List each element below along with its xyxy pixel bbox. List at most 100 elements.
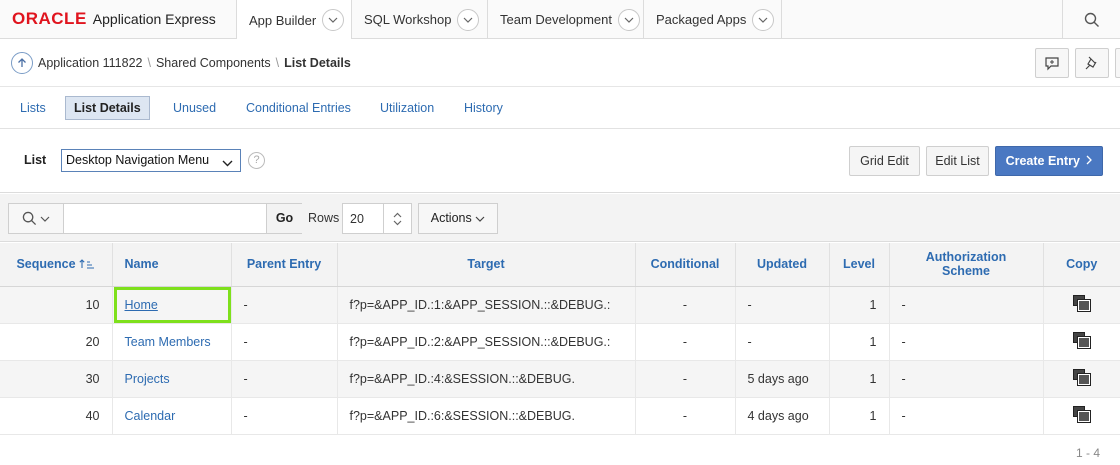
help-icon[interactable]: ? xyxy=(248,152,265,169)
oracle-logo-text: ORACLE xyxy=(12,9,87,28)
cell-parent: - xyxy=(231,360,338,398)
cell-target: f?p=&APP_ID.:4:&SESSION.::&DEBUG. xyxy=(337,360,636,398)
report-search: Go xyxy=(8,203,302,234)
cell-name: Home xyxy=(112,286,232,324)
comment-button[interactable] xyxy=(1035,48,1069,78)
cell-conditional: - xyxy=(635,286,736,324)
col-header-updated[interactable]: Updated xyxy=(735,243,830,287)
cell-name: Team Members xyxy=(112,323,232,361)
col-header-name[interactable]: Name xyxy=(112,243,232,287)
tab-conditional-entries[interactable]: Conditional Entries xyxy=(238,96,359,120)
cell-target: f?p=&APP_ID.:2:&APP_SESSION.::&DEBUG.: xyxy=(337,323,636,361)
tab-app-builder[interactable]: App Builder xyxy=(236,0,351,40)
sort-ascending-icon xyxy=(79,259,95,269)
chevron-down-icon[interactable] xyxy=(457,8,480,31)
search-input[interactable] xyxy=(64,204,266,233)
copy-icon[interactable] xyxy=(1072,369,1091,386)
tab-team-development-label: Team Development xyxy=(500,12,612,27)
more-button[interactable] xyxy=(1115,48,1120,78)
rows-select[interactable]: 20 xyxy=(342,203,412,234)
cell-sequence: 10 xyxy=(0,286,113,324)
actions-label: Actions xyxy=(430,211,472,225)
rows-label: Rows xyxy=(308,211,340,225)
cell-updated: 4 days ago xyxy=(735,397,830,435)
breadcrumb: Application 111822 \ Shared Components \ Lis… xyxy=(38,56,351,70)
comment-icon xyxy=(1045,57,1059,71)
create-entry-button[interactable]: Create Entry xyxy=(995,146,1103,176)
edit-list-button[interactable]: Edit List xyxy=(926,146,989,176)
cell-copy xyxy=(1043,360,1120,398)
breadcrumb-shared-components[interactable]: Shared Components xyxy=(156,56,271,70)
tab-unused[interactable]: Unused xyxy=(165,96,224,120)
list-entries-table: Sequence Name Parent Entry Target Condit… xyxy=(0,243,1120,435)
col-header-level[interactable]: Level xyxy=(829,243,890,287)
cell-sequence: 20 xyxy=(0,323,113,361)
col-header-label: Sequence xyxy=(16,257,76,272)
copy-icon[interactable] xyxy=(1072,332,1091,349)
entry-link-projects[interactable]: Projects xyxy=(125,372,170,386)
oracle-apex-logo[interactable]: ORACLE Application Express xyxy=(12,9,216,28)
list-select[interactable]: Desktop Navigation Menu xyxy=(61,149,241,172)
tab-team-development[interactable]: Team Development xyxy=(487,0,643,39)
col-header-sequence[interactable]: Sequence xyxy=(0,243,113,287)
cell-target: f?p=&APP_ID.:1:&APP_SESSION.::&DEBUG.: xyxy=(337,286,636,324)
list-select-value: Desktop Navigation Menu xyxy=(66,153,210,167)
table-row: 30 Projects - f?p=&APP_ID.:4:&SESSION.::… xyxy=(0,360,1120,398)
tab-lists[interactable]: Lists xyxy=(12,96,54,120)
breadcrumb-current: List Details xyxy=(284,56,351,70)
col-header-copy: Copy xyxy=(1043,243,1120,287)
cell-auth: - xyxy=(889,397,1044,435)
tab-packaged-apps-label: Packaged Apps xyxy=(656,12,747,27)
chevron-down-icon[interactable] xyxy=(322,9,345,31)
cell-level: 1 xyxy=(829,397,890,435)
entry-link-calendar[interactable]: Calendar xyxy=(125,409,176,423)
col-header-parent-entry[interactable]: Parent Entry xyxy=(231,243,338,287)
pin-icon xyxy=(1085,56,1097,70)
cell-updated: 5 days ago xyxy=(735,360,830,398)
arrow-up-icon[interactable] xyxy=(11,52,33,74)
entry-link-home[interactable]: Home xyxy=(125,298,158,312)
go-button[interactable]: Go xyxy=(266,204,302,233)
cell-auth: - xyxy=(889,323,1044,361)
cell-sequence: 40 xyxy=(0,397,113,435)
tab-history[interactable]: History xyxy=(456,96,511,120)
global-search-button[interactable] xyxy=(1062,0,1120,39)
cell-auth: - xyxy=(889,360,1044,398)
col-header-target[interactable]: Target xyxy=(337,243,636,287)
actions-menu-button[interactable]: Actions xyxy=(418,203,498,234)
breadcrumb-application[interactable]: Application 111822 xyxy=(38,56,142,70)
tab-packaged-apps[interactable]: Packaged Apps xyxy=(643,0,782,39)
tab-list-details[interactable]: List Details xyxy=(65,96,150,120)
chevron-down-icon[interactable] xyxy=(618,8,640,31)
tab-sql-workshop-label: SQL Workshop xyxy=(364,12,452,27)
cell-copy xyxy=(1043,323,1120,361)
chevron-down-icon xyxy=(475,216,485,222)
cell-level: 1 xyxy=(829,286,890,324)
cell-name: Projects xyxy=(112,360,232,398)
col-header-conditional[interactable]: Conditional xyxy=(635,243,736,287)
grid-edit-button[interactable]: Grid Edit xyxy=(849,146,920,176)
table-row: 20 Team Members - f?p=&APP_ID.:2:&APP_SE… xyxy=(0,323,1120,361)
cell-copy xyxy=(1043,286,1120,324)
copy-icon[interactable] xyxy=(1072,406,1091,423)
breadcrumb-separator: \ xyxy=(275,56,280,70)
chevron-down-icon[interactable] xyxy=(752,8,775,31)
col-header-authorization-scheme[interactable]: Authorization Scheme xyxy=(889,243,1044,287)
search-column-selector[interactable] xyxy=(9,204,64,233)
cell-sequence: 30 xyxy=(0,360,113,398)
updown-icon xyxy=(383,204,411,233)
search-icon xyxy=(1084,12,1099,27)
cell-updated: - xyxy=(735,323,830,361)
entry-link-team-members[interactable]: Team Members xyxy=(125,335,211,349)
copy-icon[interactable] xyxy=(1072,295,1091,312)
cell-conditional: - xyxy=(635,397,736,435)
pin-button[interactable] xyxy=(1075,48,1109,78)
cell-level: 1 xyxy=(829,360,890,398)
top-navigation-bar: ORACLE Application Express App Builder S… xyxy=(0,0,1120,40)
pagination-count: 1 - 4 xyxy=(1075,446,1100,460)
report-toolbar: Go Rows 20 Actions xyxy=(0,194,1120,242)
cell-conditional: - xyxy=(635,323,736,361)
tab-sql-workshop[interactable]: SQL Workshop xyxy=(351,0,487,39)
tab-utilization[interactable]: Utilization xyxy=(372,96,442,120)
table-header-row: Sequence Name Parent Entry Target Condit… xyxy=(0,243,1120,287)
